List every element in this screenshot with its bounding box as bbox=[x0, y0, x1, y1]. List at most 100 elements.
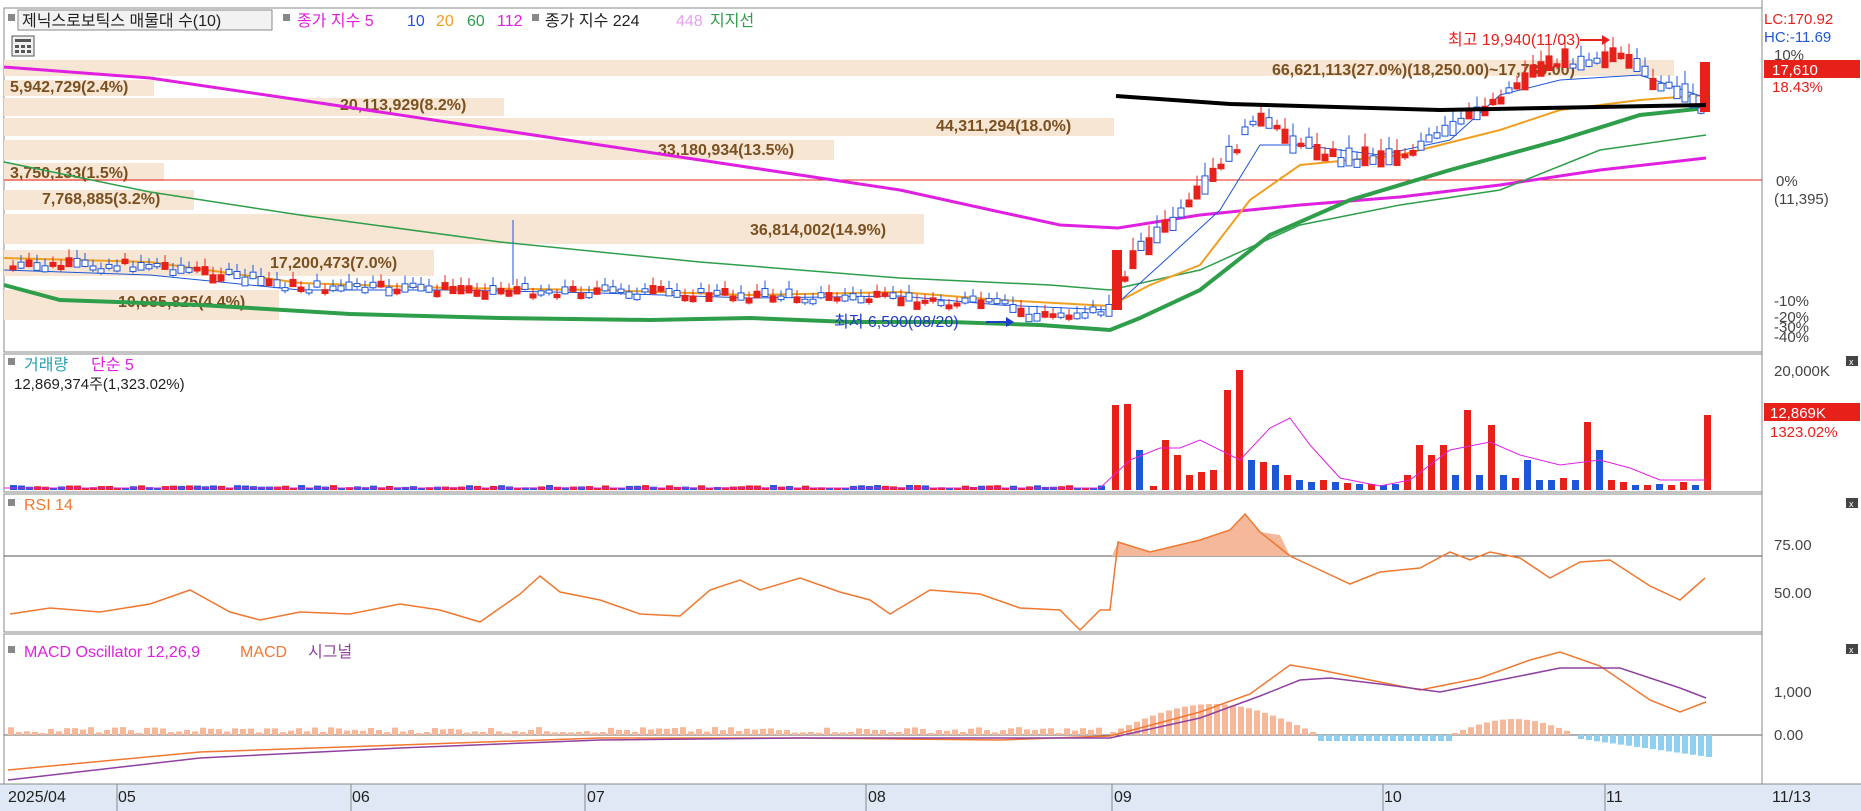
candle-body bbox=[145, 263, 153, 270]
oscillator-bar bbox=[848, 731, 854, 735]
volume-bar bbox=[1112, 405, 1119, 490]
candle-body bbox=[1441, 124, 1449, 137]
candle-body bbox=[329, 285, 337, 292]
oscillator-bar bbox=[1548, 725, 1554, 735]
tick-base: (11,395) bbox=[1774, 191, 1829, 208]
candle-body bbox=[1561, 48, 1569, 69]
oscillator-bar bbox=[144, 727, 150, 735]
oscillator-bar bbox=[296, 728, 302, 735]
candle-body bbox=[1337, 157, 1345, 168]
oscillator-bar bbox=[696, 729, 702, 735]
candle-body bbox=[881, 292, 889, 297]
oscillator-bar bbox=[832, 732, 838, 735]
oscillator-bar bbox=[1008, 728, 1014, 735]
candle-body bbox=[1241, 126, 1249, 136]
candle-body bbox=[1033, 312, 1041, 322]
oscillator-bar bbox=[592, 732, 598, 735]
x-axis-bar bbox=[0, 784, 1861, 811]
oscillator-bar bbox=[208, 728, 214, 735]
candle-body bbox=[1465, 110, 1473, 120]
close-panel-icon[interactable]: x bbox=[1846, 498, 1858, 509]
oscillator-bar bbox=[712, 727, 718, 735]
oscillator-bar bbox=[432, 728, 438, 735]
candle-body bbox=[289, 278, 297, 288]
candle-body bbox=[353, 283, 361, 288]
x-end-label: 11/13 bbox=[1772, 789, 1811, 806]
oscillator-bar bbox=[176, 731, 182, 735]
candle-body bbox=[1449, 120, 1457, 136]
candle-body bbox=[737, 292, 745, 301]
candle-body bbox=[1425, 134, 1433, 143]
volume-bar bbox=[1224, 390, 1231, 490]
oscillator-bar bbox=[1484, 722, 1490, 735]
candle-body bbox=[601, 284, 609, 292]
x-label: 11 bbox=[1606, 789, 1623, 806]
candle-body bbox=[41, 265, 49, 273]
candle-body bbox=[833, 297, 841, 302]
close-panel-icon[interactable]: x bbox=[1846, 644, 1858, 655]
x-label: 2025/04 bbox=[8, 789, 66, 806]
candle-body bbox=[249, 271, 257, 280]
candle-body bbox=[1521, 72, 1529, 91]
candle-body bbox=[9, 265, 17, 271]
oscillator-bar bbox=[1556, 727, 1562, 735]
oscillator-bar bbox=[792, 732, 798, 735]
volume-bar bbox=[1572, 480, 1579, 490]
close-panel-icon[interactable]: x bbox=[1846, 356, 1858, 367]
oscillator-bar bbox=[944, 730, 950, 735]
candle-body bbox=[1577, 55, 1585, 71]
oscillator-bar bbox=[1422, 735, 1428, 741]
volume-bar bbox=[1524, 460, 1531, 490]
vp-label: 44,311,294(18.0%) bbox=[936, 118, 1071, 135]
oscillator-bar bbox=[488, 727, 494, 735]
candle-body bbox=[505, 289, 513, 297]
candle-body bbox=[633, 293, 641, 301]
oscillator-bar bbox=[392, 727, 398, 735]
candle-body bbox=[1297, 142, 1305, 147]
candle-body bbox=[849, 293, 857, 301]
oscillator-bar bbox=[1658, 735, 1664, 751]
svg-text:x: x bbox=[1849, 499, 1854, 509]
candle-body bbox=[321, 289, 329, 295]
candle-body bbox=[1201, 175, 1209, 195]
oscillator-bar bbox=[992, 732, 998, 735]
oscillator-bar bbox=[1238, 706, 1244, 735]
oscillator-bar bbox=[1682, 735, 1688, 754]
oscillator-bar bbox=[816, 732, 822, 735]
current-pct: 18.43% bbox=[1772, 79, 1823, 96]
oscillator-bar bbox=[472, 731, 478, 735]
candle-body bbox=[945, 304, 953, 310]
oscillator-bar bbox=[88, 727, 94, 735]
svg-text:x: x bbox=[1849, 645, 1854, 655]
stock-chart[interactable]: 제닉스로보틱스 매물대 수(10) 종가 지수 5 10 20 60 112 종… bbox=[0, 0, 1861, 811]
candle-body bbox=[1313, 144, 1321, 161]
volume-current-value: 12,869K bbox=[1770, 405, 1826, 422]
oscillator-bar bbox=[736, 731, 742, 735]
rsi-tick-75: 75.00 bbox=[1774, 537, 1812, 554]
volume-bar bbox=[1174, 455, 1181, 490]
candle-body bbox=[537, 290, 545, 296]
candle-body bbox=[617, 288, 625, 293]
oscillator-bar bbox=[984, 730, 990, 735]
volume-bar bbox=[1512, 478, 1519, 490]
calculator-icon[interactable] bbox=[11, 35, 35, 57]
oscillator-bar bbox=[1262, 712, 1268, 735]
x-label: 09 bbox=[1114, 789, 1132, 806]
volume-bar bbox=[1560, 478, 1567, 490]
candle-body bbox=[409, 282, 417, 288]
vp-label: 5,942,729(2.4%) bbox=[10, 79, 128, 96]
oscillator-bar bbox=[1166, 710, 1172, 735]
oscillator-bar bbox=[1594, 735, 1600, 742]
candle-body bbox=[745, 297, 753, 304]
oscillator-bar bbox=[360, 730, 366, 735]
volume-bar bbox=[1536, 480, 1543, 490]
oscillator-bar bbox=[1476, 724, 1482, 735]
candle-body bbox=[129, 266, 137, 272]
vp-label: 20,113,929(8.2%) bbox=[340, 97, 466, 114]
oscillator-bar bbox=[1698, 735, 1704, 756]
candle-body bbox=[721, 287, 729, 296]
oscillator-bar bbox=[1302, 728, 1308, 735]
candle-body bbox=[609, 286, 617, 294]
oscillator-bar bbox=[568, 732, 574, 735]
oscillator-bar bbox=[1492, 720, 1498, 735]
